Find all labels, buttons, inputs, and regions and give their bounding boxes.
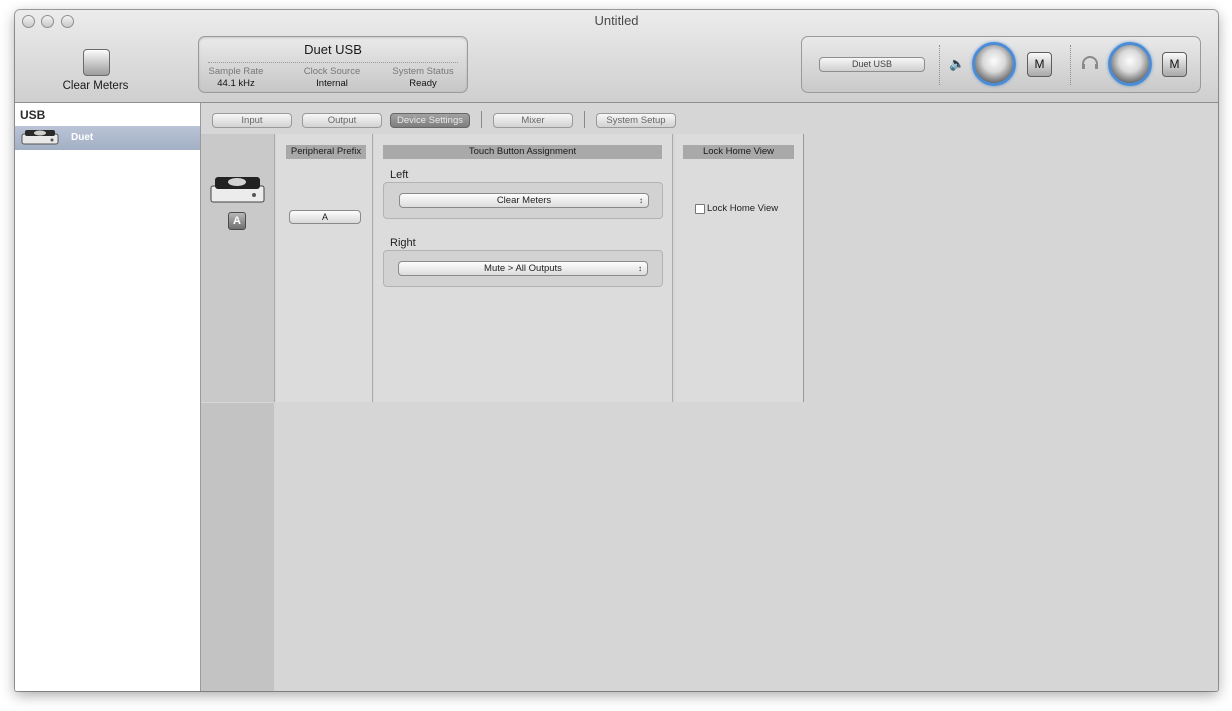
clock-source-value: Internal	[316, 78, 348, 89]
clock-source-label: Clock Source	[303, 66, 361, 77]
device-name-display: Duet USB	[304, 42, 362, 57]
monitor-panel: Duet USB 🔈 M M	[801, 36, 1201, 93]
system-status-label: System Status	[392, 66, 454, 77]
lock-home-column: Lock Home View Lock Home View	[675, 134, 804, 402]
right-touch-select-value: Mute > All Outputs	[484, 263, 562, 274]
clock-source-field: Clock Source Internal	[292, 66, 372, 89]
sample-rate-field: Sample Rate 44.1 kHz	[196, 66, 276, 89]
left-touch-select[interactable]: Clear Meters ↕	[399, 193, 649, 208]
tab-device-settings[interactable]: Device Settings	[390, 113, 470, 128]
peripheral-prefix-button[interactable]: A	[289, 210, 361, 224]
sidebar-item-label: Duet	[71, 132, 94, 143]
touch-button-header: Touch Button Assignment	[383, 145, 662, 159]
tab-output[interactable]: Output	[302, 113, 382, 128]
peripheral-prefix-column: Peripheral Prefix A	[276, 134, 373, 402]
app-window: Untitled Clear Meters Duet USB Sample Ra…	[15, 10, 1218, 691]
tab-input[interactable]: Input	[212, 113, 292, 128]
duet-device-icon	[21, 130, 59, 145]
headphones-icon	[1081, 55, 1099, 72]
window-title: Untitled	[594, 13, 639, 28]
monitor-device-select[interactable]: Duet USB	[819, 57, 925, 72]
system-status-field: System Status Ready	[383, 66, 463, 89]
select-arrows-icon: ↕	[638, 264, 642, 273]
tab-system-setup[interactable]: System Setup	[596, 113, 676, 128]
sample-rate-label: Sample Rate	[208, 66, 264, 77]
speaker-mute-button[interactable]: M	[1027, 52, 1052, 77]
left-touch-select-value: Clear Meters	[496, 195, 552, 206]
lock-home-checkbox[interactable]	[695, 204, 705, 214]
headphone-volume-knob[interactable]	[1108, 42, 1152, 86]
right-touch-group: Mute > All Outputs ↕	[383, 250, 663, 287]
clear-meters-button[interactable]	[83, 49, 110, 76]
sample-rate-value: 44.1 kHz	[217, 78, 255, 89]
toolbar: Untitled Clear Meters Duet USB Sample Ra…	[15, 10, 1218, 103]
clear-meters-label: Clear Meters	[62, 80, 129, 92]
duet-hardware-icon	[210, 177, 265, 203]
tab-divider	[481, 111, 482, 128]
right-touch-select[interactable]: Mute > All Outputs ↕	[398, 261, 648, 276]
sidebar-item-duet[interactable]: Duet	[15, 126, 200, 150]
device-prefix-badge: A	[228, 212, 246, 230]
device-column: A	[201, 134, 275, 402]
touch-button-column: Touch Button Assignment Left Clear Meter…	[374, 134, 673, 402]
right-touch-label: Right	[390, 237, 416, 249]
tab-divider	[584, 111, 585, 128]
headphone-mute-button[interactable]: M	[1162, 52, 1187, 77]
speaker-volume-knob[interactable]	[972, 42, 1016, 86]
left-touch-group: Clear Meters ↕	[383, 182, 663, 219]
peripheral-prefix-header: Peripheral Prefix	[286, 145, 366, 159]
left-touch-label: Left	[390, 169, 409, 181]
tab-mixer[interactable]: Mixer	[493, 113, 573, 128]
system-status-value: Ready	[409, 78, 437, 89]
lock-home-header: Lock Home View	[683, 145, 794, 159]
monitor-divider	[939, 45, 940, 85]
status-divider	[208, 62, 458, 63]
device-column-lower	[201, 403, 274, 691]
sidebar-header-usb: USB	[20, 108, 46, 122]
lock-home-checkbox-label: Lock Home View	[707, 203, 779, 214]
status-display: Duet USB Sample Rate 44.1 kHz Clock Sour…	[198, 36, 468, 93]
device-sidebar: USB Duet	[15, 103, 201, 691]
monitor-divider	[1070, 45, 1071, 85]
speaker-icon: 🔈	[949, 56, 966, 71]
select-arrows-icon: ↕	[639, 196, 643, 205]
